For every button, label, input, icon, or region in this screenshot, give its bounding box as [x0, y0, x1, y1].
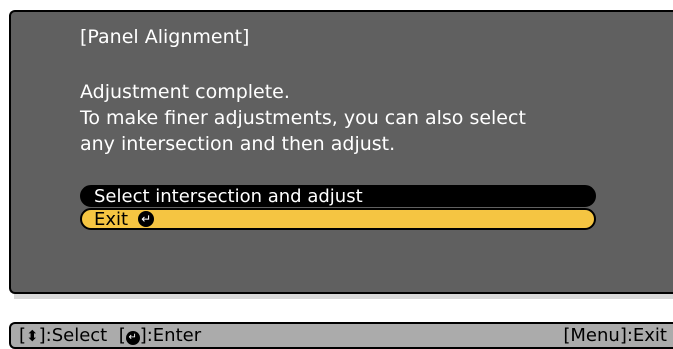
- message-line-3: any intersection and then adjust.: [80, 133, 396, 155]
- help-exit-label: [Menu]:Exit: [563, 325, 667, 346]
- exit-button[interactable]: Exit ↵: [80, 208, 596, 230]
- dialog-shadow: [14, 294, 673, 299]
- message-line-1: Adjustment complete.: [80, 81, 290, 103]
- updown-arrow-icon: ⬍: [26, 327, 39, 345]
- exit-label: Exit: [94, 208, 129, 230]
- enter-icon: ↵: [125, 331, 140, 345]
- enter-icon: ↵: [138, 211, 155, 227]
- help-bar: [⬍]:Select [↵]:Enter [Menu]:Exit: [9, 322, 673, 349]
- help-select-enter: [⬍]:Select [↵]:Enter: [19, 325, 202, 346]
- help-select-label: ]:Select: [38, 325, 108, 346]
- dialog-message: Adjustment complete. To make finer adjus…: [80, 79, 526, 157]
- message-line-2: To make finer adjustments, you can also …: [80, 107, 526, 129]
- dialog-title: [Panel Alignment]: [80, 26, 250, 48]
- help-enter-label: ]:Enter: [139, 325, 202, 346]
- select-intersection-button[interactable]: Select intersection and adjust: [80, 185, 596, 207]
- select-intersection-label: Select intersection and adjust: [94, 185, 363, 207]
